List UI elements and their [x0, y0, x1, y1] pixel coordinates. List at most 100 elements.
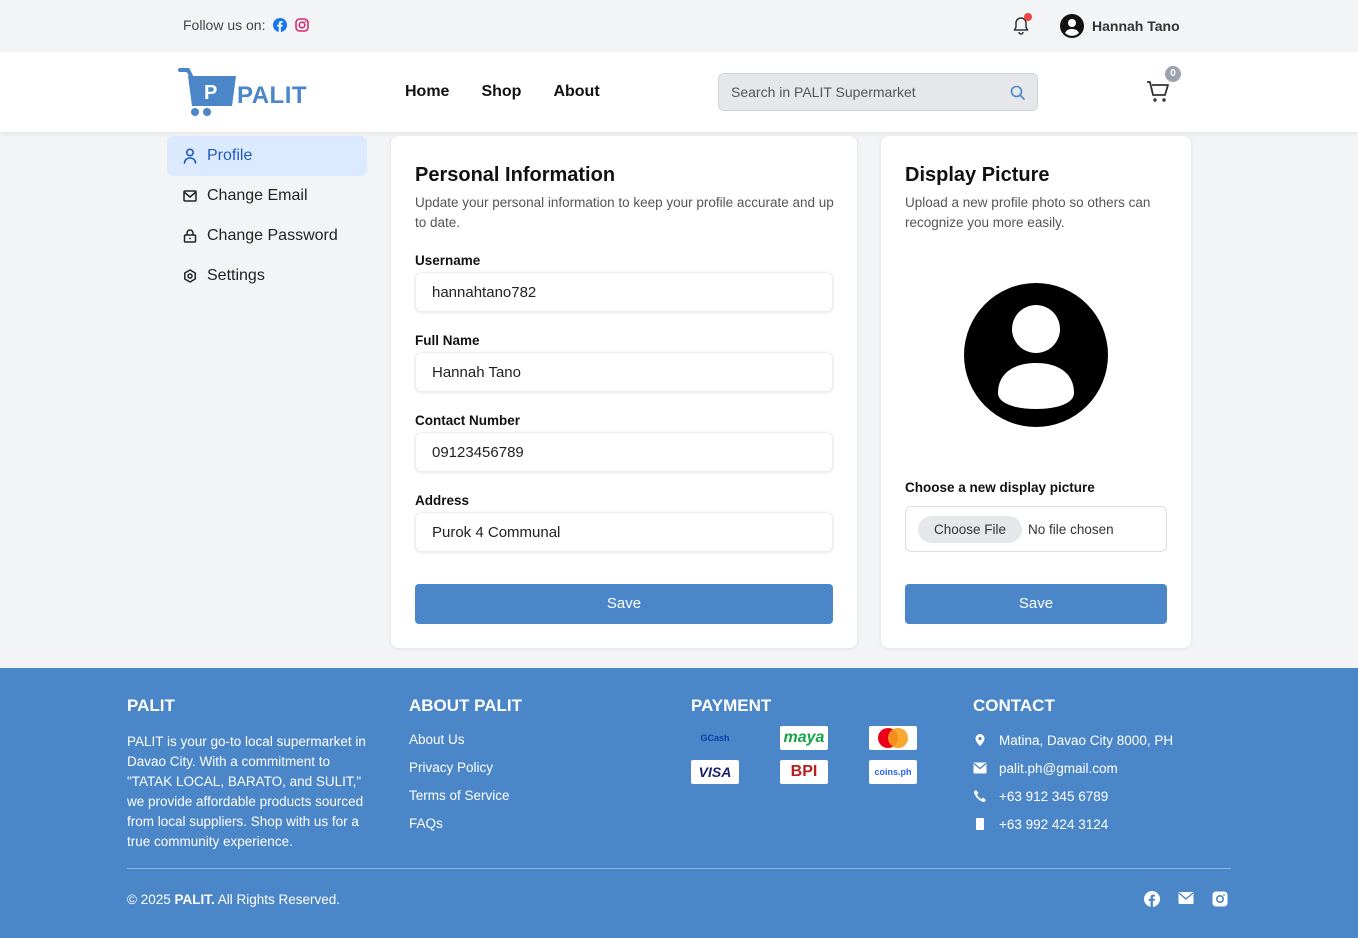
contact-mobile: +63 992 424 3124	[973, 810, 1173, 838]
gcash-logo: GCash	[691, 726, 739, 750]
file-input[interactable]: Choose File No file chosen	[905, 506, 1167, 552]
footer-contact: CONTACT Matina, Davao City 8000, PH pali…	[973, 696, 1173, 838]
site-footer: PALIT PALIT is your go-to local supermar…	[0, 668, 1358, 938]
full-name-label: Full Name	[415, 333, 480, 348]
username-field[interactable]	[415, 272, 833, 312]
mail-icon[interactable]	[1178, 891, 1194, 905]
nav-home[interactable]: Home	[405, 83, 449, 101]
contact-number-label: Contact Number	[415, 413, 521, 428]
top-bar: Follow us on: Hannah Tano	[0, 0, 1358, 52]
footer-contact-title: CONTACT	[973, 696, 1055, 715]
mobile-phone-icon	[976, 818, 984, 830]
footer-payment: PAYMENT GCash maya VISA BPI coins.ph	[691, 696, 917, 784]
cart-icon[interactable]	[1146, 80, 1170, 104]
sidebar-item-label: Change Password	[207, 227, 338, 244]
logo-letter: P	[204, 82, 217, 104]
footer-palit: PALIT PALIT is your go-to local supermar…	[127, 696, 377, 852]
coinsph-logo: coins.ph	[869, 760, 917, 784]
mastercard-logo	[869, 726, 917, 750]
contact-number-field[interactable]	[415, 432, 833, 472]
copyright-brand: PALIT.	[174, 892, 215, 907]
sidebar-item-label: Settings	[207, 267, 265, 284]
display-picture-title: Display Picture	[905, 164, 1050, 186]
save-picture-button[interactable]: Save	[905, 584, 1167, 624]
instagram-icon[interactable]	[295, 18, 310, 32]
payment-methods: GCash maya VISA BPI coins.ph	[691, 726, 917, 784]
contact-address: Matina, Davao City 8000, PH	[973, 726, 1173, 754]
save-personal-info-button[interactable]: Save	[415, 584, 833, 624]
personal-info-title: Personal Information	[415, 164, 616, 186]
nav-shop[interactable]: Shop	[481, 83, 521, 101]
user-icon	[183, 148, 197, 164]
footer-link-faqs[interactable]: FAQs	[409, 810, 522, 838]
choose-file-button[interactable]: Choose File	[918, 515, 1023, 543]
full-name-field[interactable]	[415, 352, 833, 392]
sidebar-item-settings[interactable]: Settings	[167, 256, 367, 296]
display-picture-card: Display Picture Upload a new profile pho…	[881, 136, 1191, 648]
follow-us: Follow us on:	[183, 17, 310, 33]
instagram-icon[interactable]	[1212, 891, 1228, 907]
facebook-icon[interactable]	[1144, 891, 1160, 907]
main-header: P PALIT Home Shop About 0	[0, 52, 1358, 132]
user-name: Hannah Tano	[1092, 18, 1180, 34]
contact-phone: +63 912 345 6789	[973, 782, 1173, 810]
contact-email: palit.ph@gmail.com	[973, 754, 1173, 782]
mail-icon	[183, 190, 197, 202]
mail-icon	[973, 762, 987, 774]
sidebar-item-label: Change Email	[207, 187, 308, 204]
footer-palit-title: PALIT	[127, 696, 175, 715]
contact-phone-text: +63 912 345 6789	[999, 788, 1109, 804]
sidebar-item-label: Profile	[207, 147, 253, 164]
footer-link-terms[interactable]: Terms of Service	[409, 782, 522, 810]
contact-mobile-text: +63 992 424 3124	[999, 816, 1109, 832]
footer-divider	[127, 868, 1231, 869]
maya-logo: maya	[780, 726, 828, 750]
footer-link-privacy[interactable]: Privacy Policy	[409, 754, 522, 782]
contact-address-text: Matina, Davao City 8000, PH	[999, 732, 1174, 748]
bpi-logo: BPI	[780, 760, 828, 784]
cart-logo-icon: P	[178, 68, 236, 116]
search-icon[interactable]	[1010, 85, 1025, 100]
footer-about-title: ABOUT PALIT	[409, 696, 523, 715]
footer-about: ABOUT PALIT About Us Privacy Policy Term…	[409, 696, 522, 838]
personal-info-description: Update your personal information to keep…	[415, 195, 834, 230]
sidebar-item-change-password[interactable]: Change Password	[167, 216, 367, 256]
gear-icon	[184, 269, 196, 283]
copyright: © 2025 PALIT. All Rights Reserved.	[127, 892, 340, 907]
username-label: Username	[415, 253, 481, 268]
file-status: No file chosen	[1028, 521, 1114, 537]
main-nav: Home Shop About	[405, 83, 600, 101]
footer-link-about-us[interactable]: About Us	[409, 726, 522, 754]
account-sidebar: Profile Change Email Change Password Set…	[167, 136, 367, 296]
display-picture-description: Upload a new profile photo so others can…	[905, 195, 1151, 230]
nav-about[interactable]: About	[553, 83, 599, 101]
footer-payment-title: PAYMENT	[691, 696, 772, 715]
copyright-prefix: © 2025	[127, 892, 175, 907]
footer-palit-text: PALIT is your go-to local supermarket in…	[127, 734, 366, 849]
user-menu[interactable]: Hannah Tano	[1060, 14, 1180, 38]
personal-info-card: Personal Information Update your persona…	[391, 136, 857, 648]
user-avatar-icon	[1060, 14, 1084, 38]
lock-icon	[183, 229, 197, 243]
notification-dot	[1024, 13, 1032, 21]
palit-logo[interactable]: P PALIT	[178, 66, 308, 118]
visa-logo: VISA	[691, 760, 739, 784]
profile-avatar-icon	[964, 283, 1108, 427]
footer-social	[1144, 891, 1228, 907]
copyright-suffix: All Rights Reserved.	[214, 892, 341, 907]
sidebar-item-change-email[interactable]: Change Email	[167, 176, 367, 216]
logo-text: PALIT	[237, 82, 308, 109]
contact-email-text[interactable]: palit.ph@gmail.com	[999, 761, 1118, 776]
phone-icon	[974, 790, 986, 802]
address-label: Address	[415, 493, 470, 508]
mastercard-icon	[878, 728, 908, 748]
search-bar	[718, 73, 1038, 111]
location-pin-icon	[975, 734, 985, 746]
search-input[interactable]	[731, 82, 991, 102]
facebook-icon[interactable]	[273, 18, 288, 32]
follow-label: Follow us on:	[183, 17, 266, 33]
sidebar-item-profile[interactable]: Profile	[167, 136, 367, 176]
cart-count-badge: 0	[1165, 66, 1181, 82]
address-field[interactable]	[415, 512, 833, 552]
choose-picture-label: Choose a new display picture	[905, 480, 1095, 495]
